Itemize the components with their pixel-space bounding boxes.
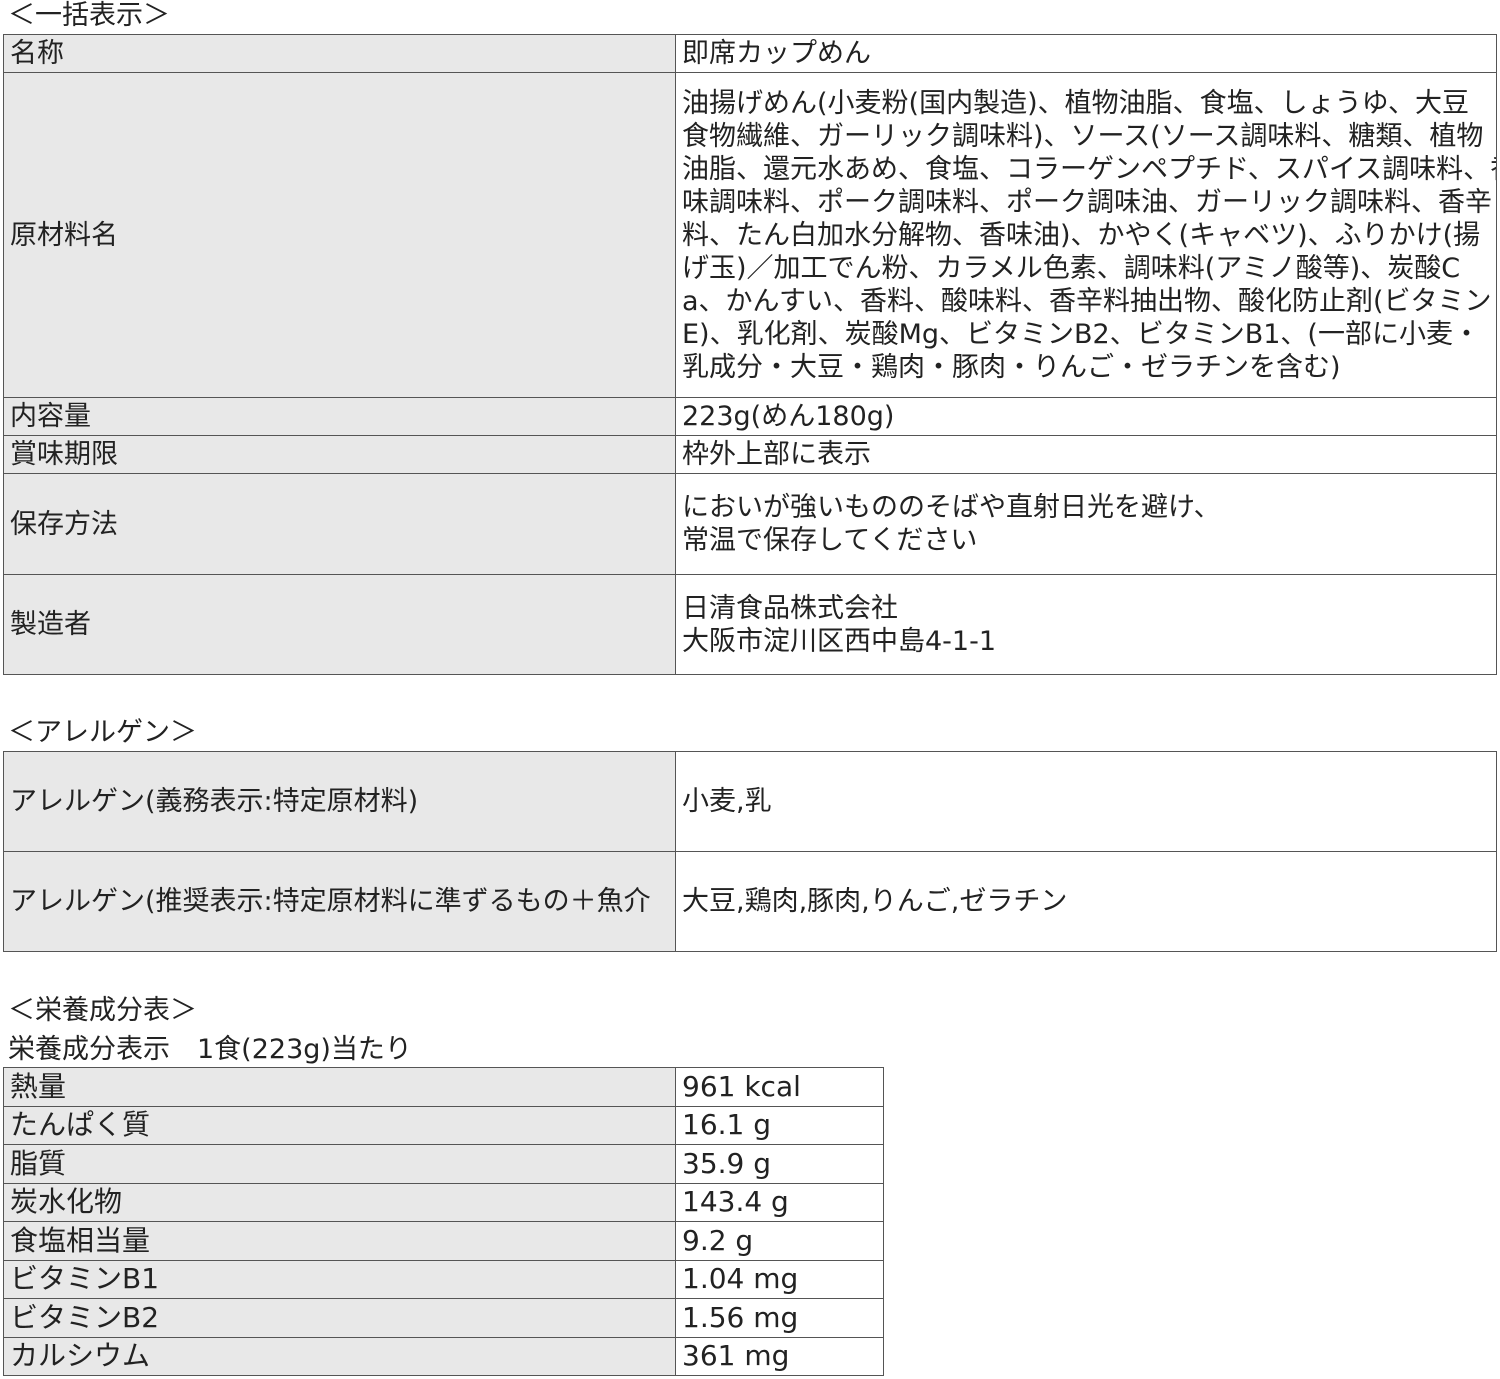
value-line: 乳成分・大豆・鶏肉・豚肉・りんご・ゼラチンを含む): [682, 351, 1341, 383]
summary-row: 内容量 223g(めん180g): [3, 397, 1497, 436]
nutrition-row: カルシウム 361 mg: [3, 1336, 884, 1376]
value-line: 223g(めん180g): [682, 401, 895, 432]
nutrient-value: 1.04 mg: [675, 1259, 884, 1299]
nutrient-value: 9.2 g: [675, 1221, 884, 1261]
nutrition-row: 食塩相当量 9.2 g: [3, 1221, 884, 1261]
allergen-row: アレルゲン(義務表示:特定原材料) 小麦,乳: [3, 751, 1497, 852]
row-value: 223g(めん180g): [675, 397, 1497, 436]
value-line: においが強いもののそばや直射日光を避け、: [682, 492, 1221, 523]
summary-heading: ＜一括表示＞: [8, 0, 170, 31]
value-line: 油脂、還元水あめ、食塩、コラーゲンペプチド、スパイス調味料、香: [682, 153, 1497, 185]
nutrient-value: 361 mg: [675, 1336, 884, 1376]
value-line: 大阪市淀川区西中島4-1-1: [682, 625, 997, 657]
value-line: 枠外上部に表示: [682, 439, 871, 470]
nutrition-row: ビタミンB2 1.56 mg: [3, 1298, 884, 1338]
nutrition-row: ビタミンB1 1.04 mg: [3, 1259, 884, 1299]
row-value: 日清食品株式会社 大阪市淀川区西中島4-1-1: [675, 574, 1497, 675]
summary-row: 名称 即席カップめん: [3, 34, 1497, 73]
value-line: 即席カップめん: [682, 38, 871, 69]
row-label: 原材料名: [3, 72, 676, 398]
value-line: 油揚げめん(小麦粉(国内製造)、植物油脂、食塩、しょうゆ、大豆: [682, 87, 1470, 119]
nutrient-label: たんぱく質: [3, 1105, 676, 1145]
allergen-row: アレルゲン(推奨表示:特定原材料に準ずるもの＋魚介 大豆,鶏肉,豚肉,りんご,ゼラ…: [3, 851, 1497, 952]
nutrition-row: たんぱく質 16.1 g: [3, 1105, 884, 1145]
nutrient-label: カルシウム: [3, 1336, 676, 1376]
row-value: 枠外上部に表示: [675, 435, 1497, 474]
nutrition-subtitle: 栄養成分表示 1食(223g)当たり: [8, 1034, 412, 1065]
nutrient-value: 1.56 mg: [675, 1298, 884, 1338]
row-label: 内容量: [3, 397, 676, 436]
row-value: においが強いもののそばや直射日光を避け、 常温で保存してください: [675, 473, 1497, 575]
nutrient-label: 炭水化物: [3, 1182, 676, 1222]
value-line: 日清食品株式会社: [682, 592, 898, 624]
value-line: 味調味料、ポーク調味料、ポーク調味油、ガーリック調味料、香辛: [682, 186, 1492, 218]
nutrient-value: 35.9 g: [675, 1144, 884, 1184]
summary-table: 名称 即席カップめん 原材料名 油揚げめん(小麦粉(国内製造)、植物油脂、食塩、しょう…: [3, 34, 1497, 675]
row-value: 即席カップめん: [675, 34, 1497, 73]
value-line: E)、乳化剤、炭酸Mg、ビタミンB2、ビタミンB1、(一部に小麦・: [682, 318, 1480, 350]
nutrient-label: ビタミンB1: [3, 1259, 676, 1299]
value-line: 食物繊維、ガーリック調味料)、ソース(ソース調味料、糖類、植物: [682, 120, 1484, 152]
allergen-value: 小麦,乳: [675, 751, 1497, 852]
allergen-label: アレルゲン(推奨表示:特定原材料に準ずるもの＋魚介: [3, 851, 676, 952]
nutrient-value: 143.4 g: [675, 1182, 884, 1222]
row-value: 油揚げめん(小麦粉(国内製造)、植物油脂、食塩、しょうゆ、大豆 食物繊維、ガーリッ…: [675, 72, 1497, 398]
nutrition-row: 炭水化物 143.4 g: [3, 1182, 884, 1222]
value-line: a、かんすい、香料、酸味料、香辛料抽出物、酸化防止剤(ビタミン: [682, 285, 1492, 317]
summary-row: 原材料名 油揚げめん(小麦粉(国内製造)、植物油脂、食塩、しょうゆ、大豆 食物繊維、…: [3, 72, 1497, 398]
summary-row: 製造者 日清食品株式会社 大阪市淀川区西中島4-1-1: [3, 574, 1497, 675]
nutrition-heading: ＜栄養成分表＞: [8, 995, 197, 1026]
nutrition-table: 熱量 961 kcal たんぱく質 16.1 g 脂質 35.9 g 炭水化物 143.4 g…: [3, 1067, 884, 1376]
row-label: 保存方法: [3, 473, 676, 575]
nutrition-row: 熱量 961 kcal: [3, 1067, 884, 1107]
summary-row: 賞味期限 枠外上部に表示: [3, 435, 1497, 474]
nutrient-label: 脂質: [3, 1144, 676, 1184]
row-label: 賞味期限: [3, 435, 676, 474]
allergen-table: アレルゲン(義務表示:特定原材料) 小麦,乳 アレルゲン(推奨表示:特定原材料に準ず…: [3, 751, 1497, 952]
nutrition-row: 脂質 35.9 g: [3, 1144, 884, 1184]
value-line: げ玉)／加工でん粉、カラメル色素、調味料(アミノ酸等)、炭酸C: [682, 252, 1461, 284]
allergen-heading: ＜アレルゲン＞: [8, 717, 197, 748]
nutrient-value: 16.1 g: [675, 1105, 884, 1145]
row-label: 名称: [3, 34, 676, 73]
allergen-label: アレルゲン(義務表示:特定原材料): [3, 751, 676, 852]
nutrient-label: 熱量: [3, 1067, 676, 1107]
row-label: 製造者: [3, 574, 676, 675]
nutrient-label: 食塩相当量: [3, 1221, 676, 1261]
nutrient-value: 961 kcal: [675, 1067, 884, 1107]
allergen-value: 大豆,鶏肉,豚肉,りんご,ゼラチン: [675, 851, 1497, 952]
nutrient-label: ビタミンB2: [3, 1298, 676, 1338]
summary-row: 保存方法 においが強いもののそばや直射日光を避け、 常温で保存してください: [3, 473, 1497, 575]
value-line: 料、たん白加水分解物、香味油)、かやく(キャベツ)、ふりかけ(揚: [682, 219, 1481, 251]
value-line: 常温で保存してください: [682, 525, 978, 556]
